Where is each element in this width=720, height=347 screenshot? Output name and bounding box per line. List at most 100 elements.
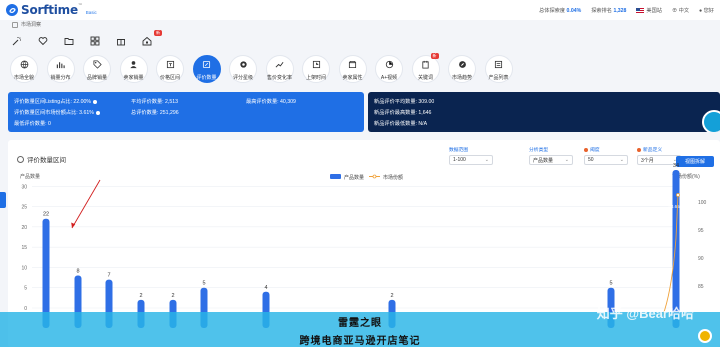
feature-label: 卖家销量 [123,75,144,81]
feature-store[interactable]: 卖家属性 [337,55,369,83]
feature-label: 评价数量 [196,75,217,81]
us-flag-icon [636,7,645,13]
grid-icon[interactable] [88,34,102,48]
user-menu[interactable]: ● 您好 [699,7,714,14]
home-lock-icon[interactable]: 新 [140,30,162,48]
video-icon [385,60,394,71]
stat-new-min: 新品评价最低数量: N/A [374,121,428,127]
feature-label: 售价变化率 [266,75,292,81]
legend-bar-label: 产品数量 [344,174,364,181]
bar-value-label: 4 [264,285,267,291]
new-badge: 新 [154,30,162,36]
feature-star[interactable]: 评分星级 [227,55,259,83]
folder-icon[interactable] [62,34,76,48]
stat-market-share: 评价数量区间市场份额占比: 3.61% [14,109,100,116]
language-select[interactable]: ⊕ 中文 [672,7,689,14]
explore-rank: 探索排名 1,328 [591,7,627,14]
legend-bar-swatch [330,174,341,179]
side-drawer-tab[interactable] [0,192,6,208]
feature-label: 价格区间 [159,75,180,81]
compass-icon [458,60,467,71]
tag-icon [92,60,102,71]
y-axis-label: 产品数量 [20,173,40,180]
stat-total-reviews: 总评价数量: 251,296 [131,110,179,116]
feature-label: 上架时间 [305,75,326,81]
bar-value-label: 22 [43,212,49,218]
top-bar: Sorftime™ Basic 总体探索度 0.04% 探索排名 1,328 美… [0,0,720,20]
stat-listing-share: 评价数量区间Listing占比: 22.00% [14,98,97,105]
feature-key[interactable]: 新关键词 [410,53,442,83]
feature-label: A+视频 [380,75,398,81]
toolbar: 新 [10,30,162,48]
feature-tag[interactable]: 品牌销量 [81,55,113,83]
feature-label: 品牌销量 [86,75,107,81]
price-icon [166,60,175,71]
stats-panel: 评价数量区间Listing占比: 22.00% 平均评价数量: 2,513 最高… [8,92,364,132]
feature-label: 市场全貌 [13,75,34,81]
legend-line-label: 市场份额 [383,174,403,181]
market-select[interactable]: 美国站 [636,7,662,14]
magic-wand-icon[interactable] [10,34,24,48]
feature-edit[interactable]: 评价数量 [191,55,223,83]
user-icon [129,60,138,71]
explore-degree: 总体探索度 0.04% [539,7,582,14]
stat-min-reviews: 最低评价数量: 0 [14,121,51,127]
heart-icon[interactable] [36,34,50,48]
new-badge: 新 [430,53,439,59]
y2-tick-label: 90 [698,256,704,262]
globe-icon [702,110,720,132]
y2-tick-label: 85 [698,284,704,290]
bar-value-label: 7 [107,273,110,279]
market-icon [12,21,18,28]
feature-globe[interactable]: 市场全貌 [8,55,40,83]
y-tick-label: 10 [21,265,27,271]
y2-tick-label: 100 [698,200,707,206]
feature-list[interactable]: 产品列表 [483,55,515,83]
feature-bar-chart[interactable]: 销量分布 [45,55,77,83]
feature-label: 卖家属性 [342,75,363,81]
bar-value-label: 34 [673,163,679,169]
feature-label: 市场趋势 [451,75,472,81]
feature-label: 产品列表 [488,75,509,81]
bar-value-label: 5 [202,281,205,287]
y2-tick-label: 95 [698,228,704,234]
feature-price[interactable]: 价格区间 [154,55,186,83]
new-product-stats-panel: 新品评价平均数量: 309.00 新品评价最高数量: 1,646 新品评价最低数… [368,92,720,132]
edition-label: Basic [85,10,97,15]
bar-value-label: 5 [609,281,612,287]
gift-icon[interactable] [114,34,128,48]
sorftime-logo-icon[interactable] [6,4,18,16]
bar-value-label: 2 [390,293,393,299]
stat-new-average: 新品评价平均数量: 309.00 [374,99,435,105]
bar-chart-icon [56,60,65,71]
feature-nav: 市场全貌 销量分布 品牌销量 卖家销量 价格区间 评价数量 评分星级 售价变化率 上架时间 卖家属… [8,53,515,83]
feature-user[interactable]: 卖家销量 [118,55,150,83]
star-icon [239,60,248,71]
feature-label: 评分星级 [232,75,253,81]
info-icon[interactable] [93,99,97,104]
market-share-point [676,193,680,197]
bar-inner-label: 88.65% [668,204,683,209]
annotation-arrow-line [71,179,101,229]
stat-average-reviews: 平均评价数量: 2,513 [131,99,179,105]
y-tick-label: 20 [21,225,27,231]
logo-text[interactable]: Sorftime™ [21,3,83,17]
feature-compass[interactable]: 市场趋势 [446,55,478,83]
bar-value-label: 8 [76,269,79,275]
info-icon[interactable] [95,110,100,115]
edit-icon [202,60,211,71]
feature-clock[interactable]: 上架时间 [300,55,332,83]
key-icon [421,60,430,71]
feature-video[interactable]: A+视频 [373,55,405,83]
feature-label: 关键词 [417,75,433,81]
feature-label: 销量分布 [50,75,71,81]
feature-trend[interactable]: 售价变化率 [264,55,296,83]
globe-icon [20,60,29,71]
list-icon [494,60,503,71]
clock-icon [312,60,321,71]
bar-value-label: 2 [171,293,174,299]
legend-line-marker [372,174,377,179]
y-tick-label: 15 [21,245,27,251]
y-tick-label: 30 [21,184,27,190]
trend-icon [275,60,284,71]
